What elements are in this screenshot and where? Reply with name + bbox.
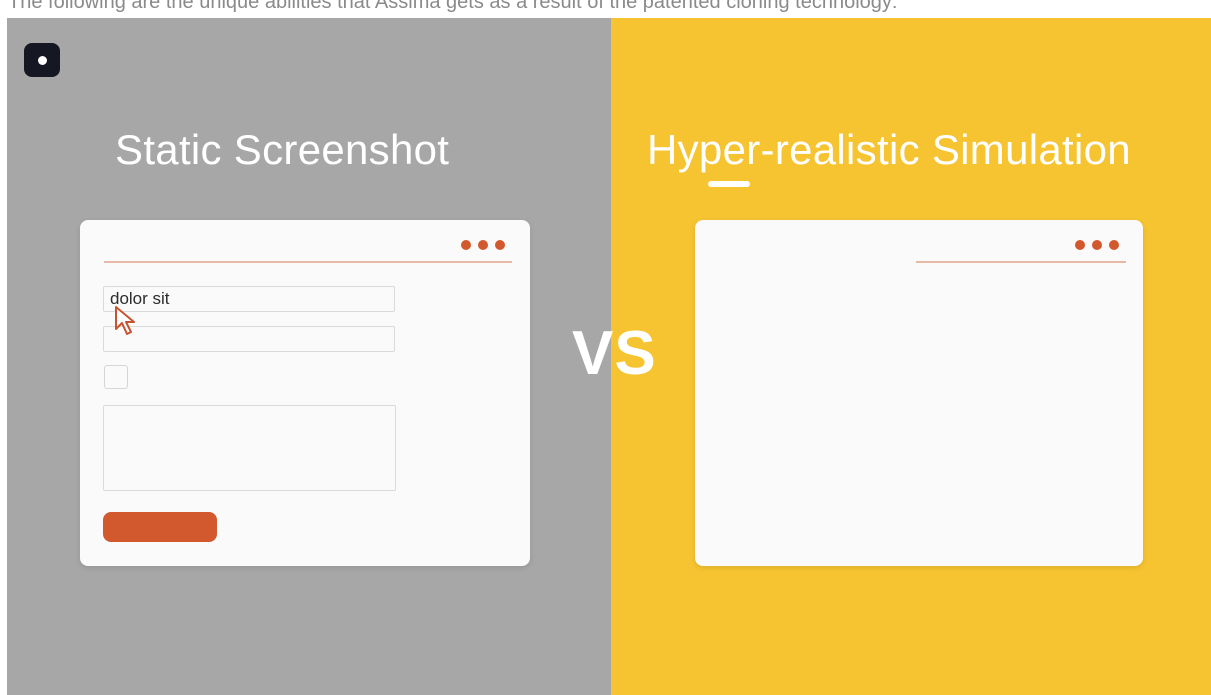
- simulation-header-divider: [916, 261, 1126, 263]
- form-checkbox[interactable]: [104, 365, 128, 389]
- versus-label: VS: [572, 319, 657, 388]
- submit-button[interactable]: [103, 512, 217, 542]
- app-logo-icon: [24, 43, 60, 77]
- second-text-field[interactable]: [103, 326, 395, 352]
- window-menu-dots: [461, 240, 505, 250]
- menu-dot-icon: [1075, 240, 1085, 250]
- mouse-pointer-icon: [115, 306, 135, 335]
- menu-dot-icon: [1092, 240, 1102, 250]
- active-title-underline: [708, 181, 750, 187]
- menu-dot-icon: [1109, 240, 1119, 250]
- window-header-divider: [104, 261, 512, 263]
- comparison-video-frame: Static Screenshot dolor sit Hyper-realis…: [7, 18, 1211, 695]
- form-textarea[interactable]: [103, 405, 396, 491]
- menu-dot-icon: [478, 240, 488, 250]
- intro-text: The following are the unique abilities t…: [8, 0, 898, 13]
- menu-dot-icon: [461, 240, 471, 250]
- static-screenshot-panel: Static Screenshot dolor sit: [7, 18, 611, 695]
- static-screenshot-window: dolor sit: [80, 220, 530, 566]
- static-screenshot-title: Static Screenshot: [115, 126, 450, 173]
- menu-dot-icon: [495, 240, 505, 250]
- simulation-window: [695, 220, 1143, 566]
- first-text-field[interactable]: dolor sit: [103, 286, 395, 312]
- simulation-window-menu-dots: [1075, 240, 1119, 250]
- hyper-realistic-simulation-title: Hyper-realistic Simulation: [647, 126, 1131, 173]
